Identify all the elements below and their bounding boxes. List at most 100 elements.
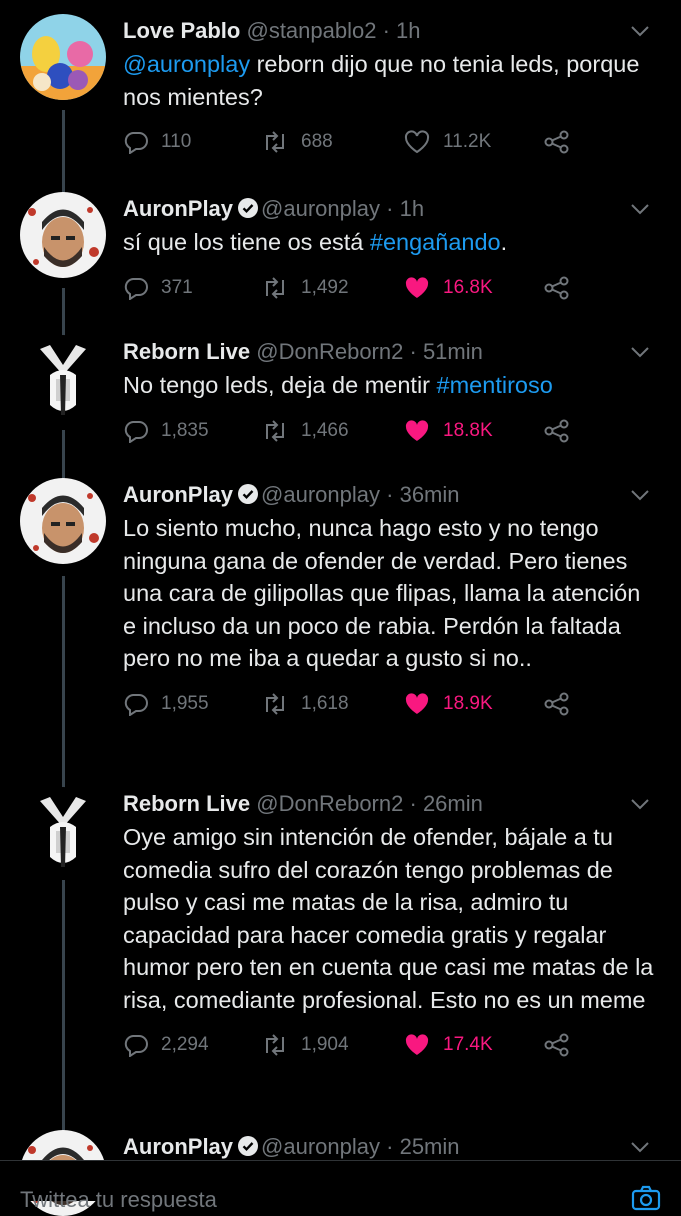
reply-bar: Twittea tu respuesta xyxy=(0,1160,681,1212)
author-handle[interactable]: @auronplay xyxy=(261,482,380,507)
author-name[interactable]: AuronPlay xyxy=(123,1134,233,1159)
author-name[interactable]: Reborn Live xyxy=(123,339,250,364)
reply-button[interactable]: 110 xyxy=(123,127,191,157)
tweet-body: Reborn Live @DonReborn2 · 26min Oye amigo… xyxy=(123,787,657,1060)
tweet-actions: 1,835 1,466 18.8K xyxy=(123,416,657,446)
like-button[interactable]: 11.2K xyxy=(403,127,491,157)
retweets-count: 1,492 xyxy=(301,276,349,298)
reply-button[interactable]: 371 xyxy=(123,273,193,303)
like-button[interactable]: 18.8K xyxy=(403,416,493,446)
tweet-timestamp[interactable]: 36min xyxy=(400,482,460,507)
tweet-text-segment: Oye amigo sin intención de ofender, bája… xyxy=(123,824,654,1013)
chevron-down-icon[interactable] xyxy=(623,1130,657,1164)
tweet-body: Reborn Live @DonReborn2 · 51min No tengo … xyxy=(123,335,657,446)
author-name[interactable]: AuronPlay xyxy=(123,482,233,507)
replies-count: 2,294 xyxy=(161,1034,209,1055)
retweets-count: 1,904 xyxy=(301,1034,349,1055)
thread-line-2 xyxy=(62,288,65,340)
tweet-timestamp[interactable]: 25min xyxy=(400,1134,460,1159)
verified-icon xyxy=(237,481,259,515)
tweet-text: @auronplay reborn dijo que no tenia leds… xyxy=(123,48,657,113)
share-button[interactable] xyxy=(543,689,583,719)
heart-icon xyxy=(403,1033,443,1057)
replies-count: 1,955 xyxy=(161,692,209,714)
retweet-button[interactable]: 1,618 xyxy=(261,689,349,719)
author-handle[interactable]: @DonReborn2 xyxy=(256,339,403,364)
author-handle[interactable]: @stanpablo2 xyxy=(246,18,376,43)
reply-icon xyxy=(123,1033,161,1057)
retweet-button[interactable]: 688 xyxy=(261,127,333,157)
retweet-button[interactable]: 1,492 xyxy=(261,273,349,303)
like-button[interactable]: 17.4K xyxy=(403,1030,493,1060)
tweet-header: Reborn Live @DonReborn2 · 51min xyxy=(123,335,657,369)
author-name[interactable]: AuronPlay xyxy=(123,196,233,221)
tweet-text-segment: sí que los tiene os está xyxy=(123,229,370,255)
like-button[interactable]: 16.8K xyxy=(403,273,493,303)
backyardigans-avatar[interactable] xyxy=(20,14,106,100)
thread-line-5 xyxy=(62,880,65,1138)
tweet-header: Reborn Live @DonReborn2 · 26min xyxy=(123,787,657,821)
retweet-button[interactable]: 1,466 xyxy=(261,416,349,446)
author-handle[interactable]: @DonReborn2 xyxy=(256,791,403,816)
tweet-text-segment: No tengo leds, deja de mentir xyxy=(123,372,437,398)
reply-button[interactable]: 1,955 xyxy=(123,689,209,719)
reply-icon xyxy=(123,276,161,300)
author-handle[interactable]: @auronplay xyxy=(261,196,380,221)
author-handle[interactable]: @auronplay xyxy=(261,1134,380,1159)
heart-icon xyxy=(403,130,443,154)
reborn-avatar[interactable] xyxy=(20,335,106,421)
tweet-text: Lo siento mucho, nunca hago esto y no te… xyxy=(123,512,657,675)
like-button[interactable]: 18.9K xyxy=(403,689,493,719)
chevron-down-icon[interactable] xyxy=(623,787,657,821)
heart-icon xyxy=(403,276,443,300)
retweet-icon xyxy=(261,276,301,300)
auronplay-avatar[interactable] xyxy=(20,192,106,278)
hashtag-link[interactable]: #engañando xyxy=(370,229,501,255)
tweet-body: AuronPlay @auronplay · 1h sí que los tiene… xyxy=(123,192,657,303)
retweets-count: 688 xyxy=(301,131,333,152)
reply-button[interactable]: 1,835 xyxy=(123,416,209,446)
replies-count: 371 xyxy=(161,276,193,298)
likes-count: 18.9K xyxy=(443,692,493,714)
author-name[interactable]: Love Pablo xyxy=(123,18,240,43)
tweet-actions: 371 1,492 16.8K xyxy=(123,273,657,303)
tweet-actions: 110 688 11.2K xyxy=(123,127,657,157)
share-button[interactable] xyxy=(543,1030,583,1060)
likes-count: 16.8K xyxy=(443,276,493,298)
retweets-count: 1,466 xyxy=(301,419,349,441)
chevron-down-icon[interactable] xyxy=(623,335,657,369)
thread-line-1 xyxy=(62,110,65,198)
camera-icon[interactable] xyxy=(631,1185,661,1216)
share-icon xyxy=(543,419,583,443)
reply-button[interactable]: 2,294 xyxy=(123,1030,209,1060)
mention-link[interactable]: @auronplay xyxy=(123,51,250,77)
author-name[interactable]: Reborn Live xyxy=(123,791,250,816)
chevron-down-icon[interactable] xyxy=(623,478,657,512)
tweet-actions: 2,294 1,904 17.4K xyxy=(123,1030,657,1060)
retweet-button[interactable]: 1,904 xyxy=(261,1030,349,1060)
chevron-down-icon[interactable] xyxy=(623,14,657,48)
tweet-timestamp[interactable]: 1h xyxy=(396,18,420,43)
tweet-timestamp[interactable]: 26min xyxy=(423,791,483,816)
reply-input[interactable]: Twittea tu respuesta xyxy=(20,1187,217,1213)
chevron-down-icon[interactable] xyxy=(623,192,657,226)
share-button[interactable] xyxy=(543,127,583,157)
reborn-avatar[interactable] xyxy=(20,787,106,873)
hashtag-link[interactable]: #mentiroso xyxy=(437,372,553,398)
tweet-body: AuronPlay @auronplay · 36min Lo siento muc… xyxy=(123,478,657,719)
separator-dot: · xyxy=(409,791,417,816)
tweet-body: Love Pablo @stanpablo2 · 1h @auronplay re… xyxy=(123,14,657,157)
share-button[interactable] xyxy=(543,273,583,303)
replies-count: 1,835 xyxy=(161,419,209,441)
tweet-timestamp[interactable]: 51min xyxy=(423,339,483,364)
separator-dot: · xyxy=(386,196,394,221)
tweet-timestamp[interactable]: 1h xyxy=(400,196,424,221)
tweet-header: AuronPlay @auronplay · 36min xyxy=(123,478,657,512)
tweet-text: sí que los tiene os está #engañando. xyxy=(123,226,657,259)
auronplay-avatar[interactable] xyxy=(20,478,106,564)
retweet-icon xyxy=(261,130,301,154)
separator-dot: · xyxy=(386,1134,394,1159)
share-button[interactable] xyxy=(543,416,583,446)
tweet-actions: 1,955 1,618 18.9K xyxy=(123,689,657,719)
share-icon xyxy=(543,692,583,716)
